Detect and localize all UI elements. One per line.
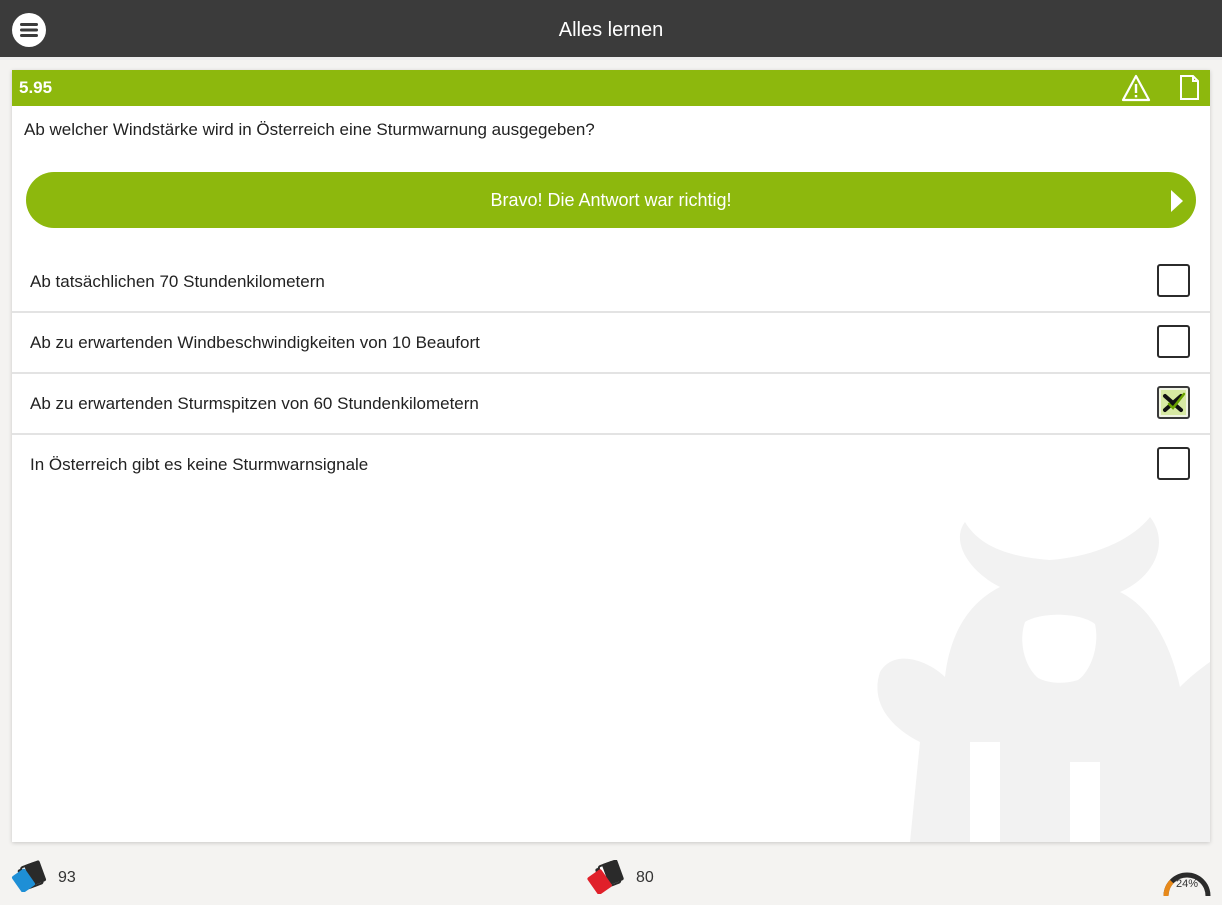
answer-text: Ab zu erwartenden Sturmspitzen von 60 St… bbox=[30, 394, 479, 413]
answer-option[interactable]: Ab zu erwartenden Windbeschwindigkeiten … bbox=[12, 313, 1210, 374]
answer-option[interactable]: Ab tatsächlichen 70 Stundenkilometern bbox=[12, 252, 1210, 313]
learned-count: 93 bbox=[58, 869, 76, 886]
answer-checkbox[interactable] bbox=[1157, 264, 1190, 297]
question-text: Ab welcher Windstärke wird in Österreich… bbox=[24, 120, 595, 139]
feedback-message: Bravo! Die Antwort war richtig! bbox=[490, 190, 732, 210]
check-x-icon bbox=[1161, 390, 1186, 415]
answer-checkbox-checked[interactable] bbox=[1157, 386, 1190, 419]
answer-list: Ab tatsächlichen 70 Stundenkilometern Ab… bbox=[12, 252, 1210, 494]
answer-checkbox[interactable] bbox=[1157, 325, 1190, 358]
progress-gauge[interactable]: 24% bbox=[1160, 856, 1214, 900]
next-question-button[interactable]: Bravo! Die Antwort war richtig! bbox=[26, 172, 1196, 228]
blue-cards-icon bbox=[12, 860, 47, 892]
wrong-count: 80 bbox=[636, 869, 654, 886]
question-header-bar: 5.95 bbox=[12, 70, 1210, 106]
answer-checkbox[interactable] bbox=[1157, 447, 1190, 480]
answer-text: Ab tatsächlichen 70 Stundenkilometern bbox=[30, 272, 325, 291]
warning-icon[interactable] bbox=[1121, 73, 1151, 103]
note-icon[interactable] bbox=[1174, 73, 1204, 103]
top-app-bar: Alles lernen bbox=[0, 0, 1222, 60]
answer-text: In Österreich gibt es keine Sturmwarnsig… bbox=[30, 455, 369, 474]
answer-option[interactable]: In Österreich gibt es keine Sturmwarnsig… bbox=[12, 435, 1210, 494]
answer-option[interactable]: Ab zu erwartenden Sturmspitzen von 60 St… bbox=[12, 374, 1210, 435]
progress-percent: 24% bbox=[1175, 878, 1199, 890]
red-cards-icon bbox=[587, 860, 624, 894]
question-number: 5.95 bbox=[19, 78, 53, 97]
arrow-right-icon bbox=[1171, 190, 1183, 212]
page-title: Alles lernen bbox=[558, 19, 664, 41]
question-card: 5.95 Ab welcher Windstärke wird in Öster… bbox=[12, 70, 1210, 842]
answer-text: Ab zu erwartenden Windbeschwindigkeiten … bbox=[30, 333, 480, 352]
buffalo-watermark-icon bbox=[877, 517, 1210, 842]
bottom-status-bar: 93 80 24% bbox=[0, 852, 1222, 900]
